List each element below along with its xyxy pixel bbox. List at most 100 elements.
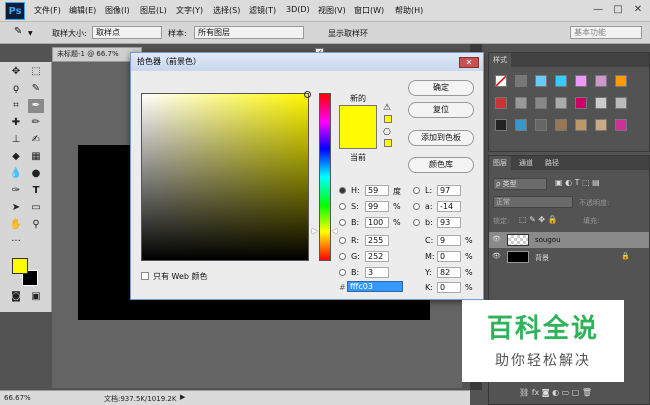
radio-g[interactable] [339,253,346,260]
menu-3d[interactable]: 3D(D) [286,5,310,14]
style-swatch[interactable] [515,97,527,109]
style-swatch[interactable] [555,97,567,109]
style-swatch[interactable] [615,97,627,109]
style-swatch[interactable] [615,119,627,131]
brush-tool-icon[interactable]: ✏ [28,116,44,130]
style-swatch[interactable] [515,119,527,131]
layer-actions-icons[interactable]: ⛓ fx ◙ ◐ ▭ ▢ 🗑 [519,388,592,397]
history-brush-tool-icon[interactable]: ✍ [28,133,44,147]
menu-view[interactable]: 视图(V) [318,5,346,16]
color-field[interactable] [141,91,311,261]
style-swatch[interactable] [535,75,547,87]
g-field[interactable]: 252 [365,251,389,262]
web-only-checkbox[interactable] [141,272,149,280]
eraser-tool-icon[interactable]: ◆ [8,150,24,164]
layer-row-sougou[interactable]: 👁 sougou [489,232,649,248]
blue-field[interactable]: 3 [365,267,389,278]
hue-slider[interactable] [319,93,331,261]
screen-mode-icon[interactable]: ▣ [28,290,44,304]
style-swatch[interactable] [495,119,507,131]
style-swatch[interactable] [515,75,527,87]
current-color-swatch[interactable] [339,127,377,149]
menu-edit[interactable]: 编辑(E) [69,5,96,16]
menu-type[interactable]: 文字(Y) [176,5,203,16]
hue-slider-right-arrow[interactable]: ◀ [332,227,337,235]
path-select-tool-icon[interactable]: ➤ [8,201,24,215]
tab-layers[interactable]: 图层 [489,156,511,170]
a-field[interactable]: -14 [437,201,461,212]
eye-icon[interactable]: 👁 [492,252,501,260]
heal-tool-icon[interactable]: ✚ [8,116,24,130]
style-swatch[interactable] [535,119,547,131]
blur-tool-icon[interactable]: 💧 [8,167,24,181]
style-swatch[interactable] [595,97,607,109]
menu-window[interactable]: 窗口(W) [354,5,384,16]
r-field[interactable]: 255 [365,235,389,246]
crop-tool-icon[interactable]: ⌗ [8,99,24,113]
y-field[interactable]: 82 [437,267,461,278]
layer-name[interactable]: 背景 [535,253,549,263]
lock-icons[interactable]: ⬚ ✎ ✥ 🔒 [519,215,558,224]
stamp-tool-icon[interactable]: ⊥ [8,133,24,147]
radio-lab-b[interactable] [413,219,420,226]
gradient-tool-icon[interactable]: ▦ [28,150,44,164]
radio-l[interactable] [413,187,420,194]
style-swatch[interactable] [555,119,567,131]
style-swatch[interactable] [575,75,587,87]
sample-size-select[interactable]: 取样点 [92,26,162,39]
radio-b[interactable] [339,219,346,226]
radio-a[interactable] [413,203,420,210]
b-field[interactable]: 100 [365,217,389,228]
add-to-swatches-button[interactable]: 添加到色板 [408,130,474,146]
color-field-cursor[interactable] [304,91,311,98]
radio-h[interactable] [339,187,346,194]
type-tool-icon[interactable]: T [28,184,44,198]
layer-name[interactable]: sougou [535,236,561,244]
layer-filter-select[interactable]: ρ 类型 [493,178,547,190]
k-field[interactable]: 0 [437,282,461,293]
zoom-tool-icon[interactable]: ⚲ [28,218,44,232]
hue-slider-left-arrow[interactable]: ▶ [312,227,317,235]
style-swatch[interactable] [575,119,587,131]
color-libraries-button[interactable]: 颜色库 [408,157,474,173]
minimize-icon[interactable]: — [590,3,606,17]
tab-paths[interactable]: 路径 [541,156,563,170]
style-swatch[interactable] [595,75,607,87]
pen-tool-icon[interactable]: ✑ [8,184,24,198]
style-swatch[interactable] [595,119,607,131]
lasso-tool-icon[interactable]: ϙ [8,82,24,96]
dialog-close-button[interactable]: ✕ [459,57,479,68]
chevron-down-icon[interactable]: ▼ [28,30,33,37]
radio-r[interactable] [339,237,346,244]
menu-select[interactable]: 选择(S) [213,5,240,16]
quick-mask-icon[interactable]: ◙ [8,290,24,304]
menu-filter[interactable]: 滤镜(T) [249,5,276,16]
eye-icon[interactable]: 👁 [492,235,501,243]
marquee-tool-icon[interactable]: ⬚ [28,65,44,79]
lab-b-field[interactable]: 93 [437,217,461,228]
menu-image[interactable]: 图像(I) [105,5,130,16]
style-swatch[interactable] [575,97,587,109]
tab-channels[interactable]: 通道 [515,156,537,170]
menu-layer[interactable]: 图层(L) [140,5,167,16]
dodge-tool-icon[interactable]: ● [28,167,44,181]
menu-file[interactable]: 文件(F) [34,5,61,16]
style-swatch[interactable] [555,75,567,87]
hex-field[interactable]: fffc03 [347,281,403,292]
menu-help[interactable]: 帮助(H) [395,5,423,16]
style-swatch[interactable] [495,97,507,109]
status-arrow-icon[interactable]: ▶ [180,393,185,401]
document-tab[interactable]: 未标题-1 @ 66.7% [52,47,142,62]
style-swatch[interactable] [615,75,627,87]
more-tools-icon[interactable]: ··· [8,235,24,249]
move-tool-icon[interactable]: ✥ [8,65,24,79]
close-icon[interactable]: ✕ [630,3,646,17]
tab-styles[interactable]: 样式 [489,53,511,67]
eyedropper-icon[interactable]: ✎ [14,26,22,37]
hand-tool-icon[interactable]: ✋ [8,218,24,232]
foreground-color-swatch[interactable] [12,258,28,274]
eyedropper-tool-icon[interactable]: ✒ [28,99,44,113]
layer-row-background[interactable]: 👁 背景 🔒 [489,249,649,265]
blend-mode-select[interactable]: 正常 [493,196,573,208]
radio-blue[interactable] [339,269,346,276]
